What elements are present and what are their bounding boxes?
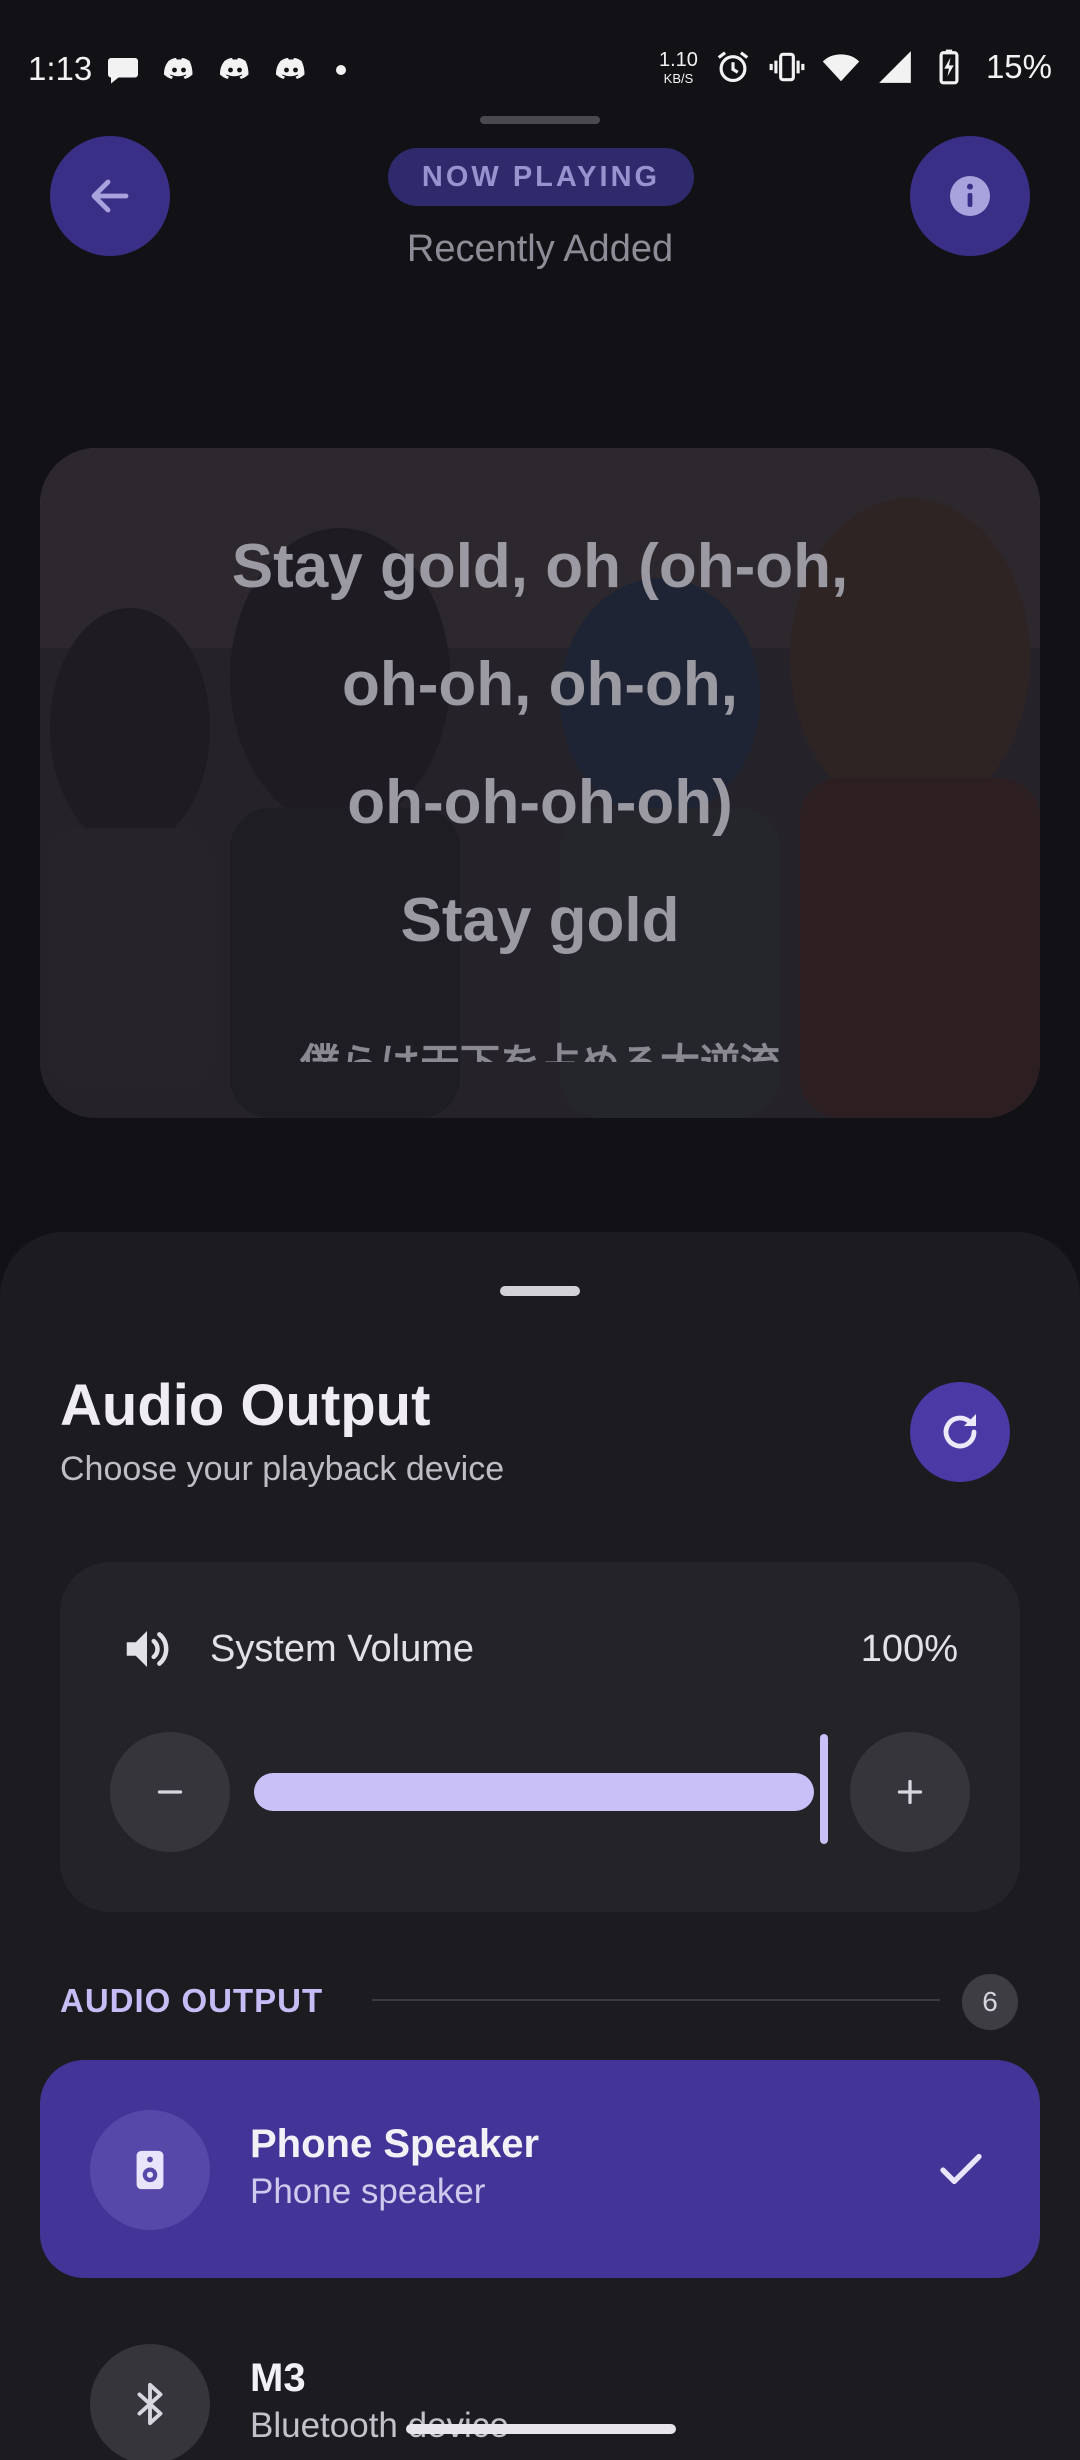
alarm-icon [717, 51, 749, 83]
now-playing-badge: NOW PLAYING [388, 148, 694, 206]
sheet-subtitle: Choose your playback device [60, 1450, 505, 1488]
system-volume-value: 100% [860, 1628, 958, 1670]
plus-icon [897, 1779, 923, 1805]
vibrate-icon [769, 52, 805, 82]
audio-output-section-label: AUDIO OUTPUT [60, 1982, 324, 2019]
net-speed-unit: KB/S [663, 70, 694, 86]
net-speed-value: 1.10 [659, 48, 698, 71]
device-item-m3[interactable]: M3 Bluetooth device [40, 2294, 1040, 2460]
device-icon-container [90, 2344, 210, 2460]
playlist-name: Recently Added [406, 228, 674, 270]
lyric-line[interactable]: oh-oh-oh-oh) [40, 744, 1040, 862]
chat-bubble-icon [108, 58, 138, 84]
notification-icons [104, 52, 346, 88]
volume-slider-thumb[interactable] [820, 1734, 828, 1844]
device-item-phone-speaker[interactable]: Phone Speaker Phone speaker [40, 2060, 1040, 2278]
info-button[interactable] [910, 136, 1030, 256]
minus-icon [157, 1790, 183, 1794]
volume-slider[interactable] [254, 1770, 814, 1814]
device-count-badge: 6 [962, 1974, 1018, 2030]
device-description: Phone speaker [250, 2172, 486, 2211]
system-icons: 1.10 KB/S 15% [659, 48, 1052, 86]
device-name: Phone Speaker [250, 2122, 540, 2166]
lyrics-text: Stay gold, oh (oh-oh, oh-oh, oh-oh, oh-o… [40, 508, 1040, 980]
device-name: M3 [250, 2356, 306, 2400]
refresh-button[interactable] [910, 1382, 1010, 1482]
system-volume-label: System Volume [210, 1628, 474, 1670]
speaker-icon [136, 2150, 164, 2190]
lyric-line[interactable]: oh-oh, oh-oh, [40, 626, 1040, 744]
lyrics-card[interactable]: Stay gold, oh (oh-oh, oh-oh, oh-oh, oh-o… [40, 448, 1040, 1118]
audio-output-sheet: Audio Output Choose your playback device… [0, 1232, 1080, 2460]
lyric-line-next[interactable]: 僕らは天下を占める大逆流 [40, 1036, 1040, 1062]
refresh-icon [943, 1414, 977, 1449]
volume-slider-fill [254, 1773, 814, 1811]
sheet-title: Audio Output [60, 1373, 431, 1438]
check-icon [940, 2153, 982, 2185]
wifi-icon [822, 54, 860, 82]
system-volume-card: System Volume 100% [60, 1562, 1020, 1912]
player-drag-handle[interactable] [480, 116, 600, 124]
lyric-line[interactable]: Stay gold, oh (oh-oh, [40, 508, 1040, 626]
discord-icon [220, 58, 249, 79]
sheet-drag-handle[interactable] [500, 1286, 580, 1296]
lyric-line[interactable]: Stay gold [40, 862, 1040, 980]
device-icon-container [90, 2110, 210, 2230]
volume-up-icon [126, 1631, 169, 1667]
section-divider [372, 1999, 940, 2001]
volume-down-button[interactable] [110, 1732, 230, 1852]
gesture-navigation-bar[interactable] [406, 2424, 676, 2434]
more-dot-icon [336, 65, 346, 75]
battery-charging-icon [939, 49, 959, 85]
net-speed: 1.10 KB/S [659, 50, 698, 85]
volume-up-button[interactable] [850, 1732, 970, 1852]
bluetooth-icon [137, 2382, 163, 2426]
discord-icon [164, 58, 193, 79]
battery-percent: 15% [985, 48, 1052, 85]
cell-signal-icon [879, 51, 911, 83]
arrow-back-icon [91, 179, 129, 213]
status-time: 1:13 [28, 50, 93, 87]
info-icon [950, 176, 990, 216]
discord-icon [276, 58, 305, 79]
